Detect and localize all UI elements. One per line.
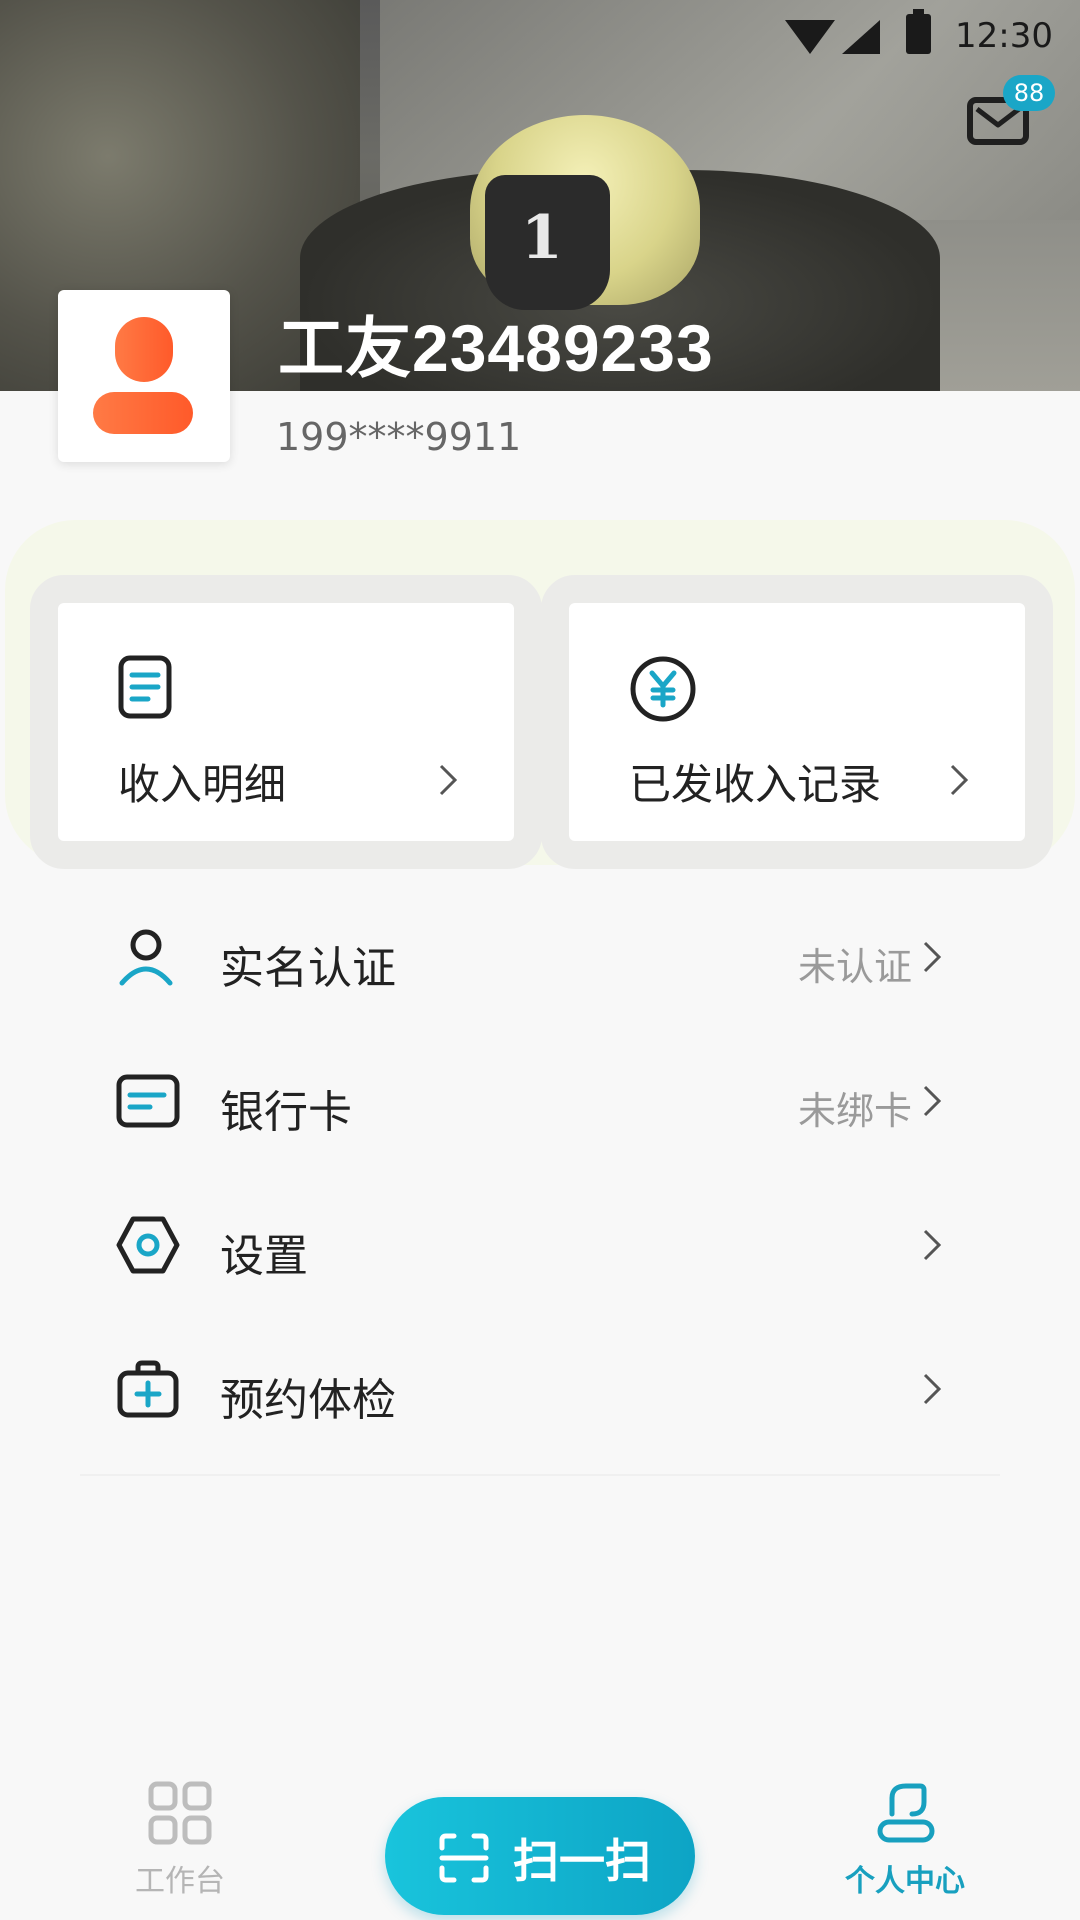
chevron-right-icon: [438, 763, 458, 801]
chevron-right-icon: [922, 1372, 942, 1410]
user-icon: [116, 927, 176, 987]
document-icon: [118, 655, 172, 723]
tab-workbench[interactable]: 工作台: [120, 1780, 240, 1900]
tab-profile-label: 个人中心: [845, 1864, 965, 1899]
paid-income-record-label: 已发收入记录: [629, 760, 882, 809]
chevron-right-icon: [949, 763, 969, 801]
menu-item-real-name[interactable]: 实名认证 未认证: [80, 902, 980, 1012]
tab-workbench-label: 工作台: [135, 1864, 225, 1899]
chevron-right-icon: [922, 940, 942, 978]
menu-label: 预约体检: [220, 1375, 396, 1426]
profile-icon: [877, 1783, 935, 1843]
scan-button-label: 扫一扫: [513, 1834, 651, 1888]
menu-status: 未认证: [797, 945, 912, 989]
user-phone: 199****9911: [276, 415, 522, 459]
medical-kit-icon: [116, 1359, 179, 1419]
helmet-shield: 1: [485, 175, 610, 310]
status-time: 12:30: [955, 16, 1053, 56]
wifi-icon: [785, 20, 835, 54]
paid-income-record-card[interactable]: 已发收入记录: [541, 575, 1053, 869]
helmet-number: 1: [521, 203, 563, 273]
avatar-body: [93, 392, 193, 434]
signal-icon: [842, 20, 880, 54]
avatar-head: [115, 317, 173, 382]
menu-label: 设置: [220, 1231, 308, 1282]
chevron-right-icon: [922, 1228, 942, 1266]
yuan-coin-icon: [629, 655, 697, 727]
grid-icon: [148, 1781, 212, 1845]
battery-icon: [906, 9, 931, 54]
bank-card-icon: [116, 1071, 180, 1131]
menu-label: 银行卡: [220, 1087, 352, 1138]
user-name: 工友23489233: [278, 311, 714, 385]
unread-badge: 88: [1003, 75, 1055, 111]
income-detail-card[interactable]: 收入明细: [30, 575, 542, 869]
settings-icon: [116, 1215, 180, 1275]
tab-profile[interactable]: 个人中心: [830, 1780, 980, 1900]
menu-divider: [80, 1474, 1000, 1476]
scan-icon: [438, 1832, 490, 1888]
menu-item-health-check[interactable]: 预约体检: [80, 1334, 980, 1444]
menu-status: 未绑卡: [797, 1089, 912, 1133]
status-bar: 12:30: [0, 0, 1080, 76]
income-detail-label: 收入明细: [118, 760, 287, 809]
menu-item-bank-card[interactable]: 银行卡 未绑卡: [80, 1046, 980, 1156]
menu-label: 实名认证: [220, 943, 396, 994]
avatar[interactable]: [58, 290, 230, 462]
scan-button[interactable]: 扫一扫: [385, 1797, 695, 1915]
menu-item-settings[interactable]: 设置: [80, 1190, 980, 1300]
chevron-right-icon: [922, 1084, 942, 1122]
